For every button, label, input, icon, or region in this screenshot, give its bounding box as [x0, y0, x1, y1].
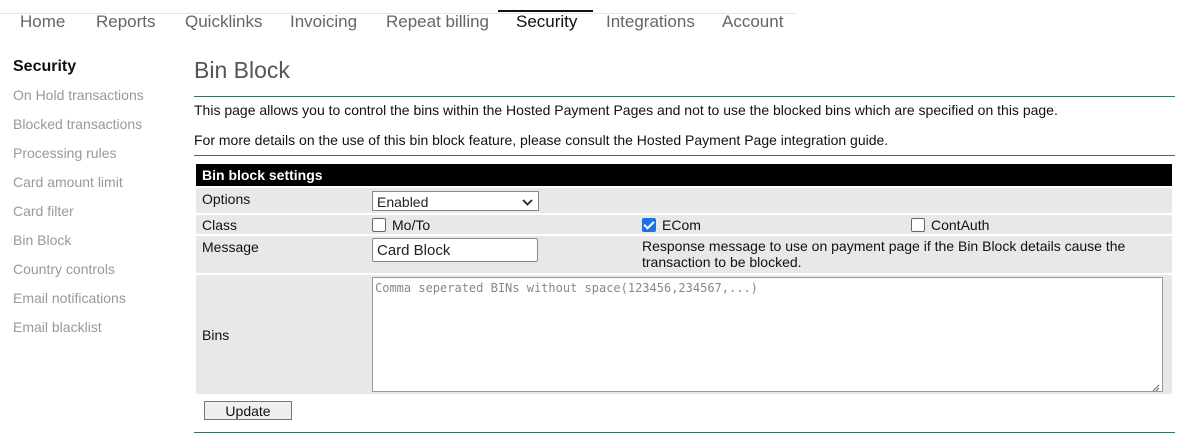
tab-integrations[interactable]: Integrations	[606, 12, 695, 32]
tab-repeat-billing[interactable]: Repeat billing	[386, 12, 489, 32]
options-row: Options Enabled	[196, 188, 1172, 213]
contauth-checkbox[interactable]: ContAuth	[911, 217, 989, 233]
sidebar-item-email-notifications[interactable]: Email notifications	[13, 289, 183, 318]
tab-account[interactable]: Account	[722, 12, 783, 32]
message-help-text: Response message to use on payment page …	[642, 238, 1126, 270]
message-label: Message	[202, 239, 259, 255]
page-title: Bin Block	[194, 57, 290, 83]
bin-block-settings: Bin block settings Options Enabled Class…	[196, 164, 1172, 420]
sidebar-item-bin-block[interactable]: Bin Block	[13, 231, 183, 260]
sidebar-item-card-amount-limit[interactable]: Card amount limit	[13, 173, 183, 202]
tab-quicklinks[interactable]: Quicklinks	[185, 12, 262, 32]
sidebar-item-email-blacklist[interactable]: Email blacklist	[13, 318, 183, 347]
update-button[interactable]: Update	[204, 401, 292, 420]
ecom-checkbox-label: ECom	[662, 217, 701, 233]
sidebar-item-country-controls[interactable]: Country controls	[13, 260, 183, 289]
class-label: Class	[202, 217, 238, 233]
sidebar-item-blocked-transactions[interactable]: Blocked transactions	[13, 115, 183, 144]
intro-guide-text: For more details on the use of this bin …	[194, 132, 889, 148]
tab-home[interactable]: Home	[20, 12, 65, 32]
intro-text: This page allows you to control the bins…	[194, 102, 1058, 118]
ecom-checkbox-box[interactable]	[642, 218, 656, 232]
message-input[interactable]: Card Block	[372, 238, 538, 262]
tab-security[interactable]: Security	[497, 10, 594, 32]
intro-divider	[194, 155, 1175, 156]
title-divider	[194, 96, 1175, 97]
contauth-checkbox-box[interactable]	[911, 218, 925, 232]
tab-invoicing[interactable]: Invoicing	[290, 12, 357, 32]
moto-checkbox-label: Mo/To	[392, 217, 431, 233]
options-selected-value: Enabled	[377, 194, 429, 210]
resize-grip-icon[interactable]	[1152, 381, 1160, 392]
class-row: Class Mo/To ECom ContAuth	[196, 215, 1172, 234]
main-content: Bin Block This page allows you to contro…	[194, 55, 1175, 433]
settings-header: Bin block settings	[196, 164, 1172, 186]
sidebar: Security On Hold transactions Blocked tr…	[13, 57, 183, 347]
bins-row: Bins Comma seperated BINs without space(…	[196, 275, 1172, 394]
sidebar-item-on-hold-transactions[interactable]: On Hold transactions	[13, 86, 183, 115]
message-row: Message Card Block Response message to u…	[196, 236, 1172, 273]
ecom-checkbox[interactable]: ECom	[642, 217, 701, 233]
sidebar-title: Security	[13, 58, 77, 75]
bottom-divider	[194, 432, 1175, 433]
sidebar-item-processing-rules[interactable]: Processing rules	[13, 144, 183, 173]
moto-checkbox-box[interactable]	[372, 218, 386, 232]
tab-reports[interactable]: Reports	[96, 12, 156, 32]
top-nav: Home Reports Quicklinks Invoicing Repeat…	[0, 0, 800, 36]
bins-textarea[interactable]: Comma seperated BINs without space(12345…	[372, 277, 1163, 392]
options-label: Options	[202, 191, 251, 207]
options-select[interactable]: Enabled	[372, 191, 539, 211]
bins-label: Bins	[202, 327, 230, 343]
contauth-checkbox-label: ContAuth	[931, 217, 990, 233]
sidebar-item-card-filter[interactable]: Card filter	[13, 202, 183, 231]
moto-checkbox[interactable]: Mo/To	[372, 217, 430, 233]
bins-placeholder: Comma seperated BINs without space(12345…	[375, 281, 758, 295]
